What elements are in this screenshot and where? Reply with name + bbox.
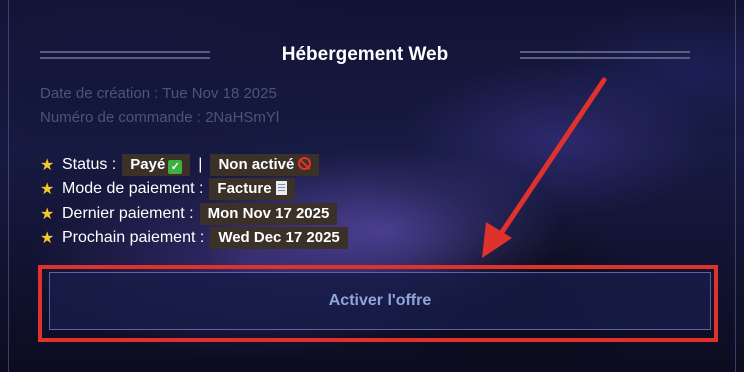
- last-payment-row: ★ Dernier paiement : Mon Nov 17 2025: [40, 203, 338, 225]
- star-icon: ★: [40, 157, 55, 174]
- prohibited-icon: [298, 157, 312, 170]
- next-payment-row: ★ Prochain paiement : Wed Dec 17 2025: [40, 227, 348, 249]
- star-icon: ★: [40, 230, 55, 247]
- status-paid-text: Payé: [130, 156, 166, 173]
- receipt-icon: [275, 181, 287, 195]
- payment-method-label: Mode de paiement :: [62, 180, 204, 197]
- status-active-text: Non activé: [218, 156, 295, 173]
- payment-method-badge: Facture: [209, 178, 295, 200]
- star-icon: ★: [40, 181, 55, 198]
- status-row: ★ Status : Payé ✓ | Non activé: [40, 154, 320, 176]
- status-label: Status :: [62, 156, 117, 173]
- last-payment-badge: Mon Nov 17 2025: [199, 203, 338, 225]
- card-header: Hébergement Web: [40, 44, 690, 66]
- activate-offer-button[interactable]: Activer l'offre: [49, 272, 711, 330]
- check-mark-icon: ✓: [168, 160, 183, 174]
- payment-method-row: ★ Mode de paiement : Facture: [40, 178, 295, 200]
- next-payment-label: Prochain paiement :: [62, 229, 205, 246]
- star-icon: ★: [40, 206, 55, 223]
- order-number: Numéro de commande : 2NaHSmYl: [40, 109, 280, 126]
- status-active-badge: Non activé: [210, 154, 320, 176]
- creation-date: Date de création : Tue Nov 18 2025: [40, 85, 277, 102]
- title-decoration-right: [520, 51, 690, 59]
- payment-method-text: Facture: [217, 180, 272, 197]
- status-paid-badge: Payé ✓: [122, 154, 191, 176]
- last-payment-label: Dernier paiement :: [62, 205, 194, 222]
- next-payment-badge: Wed Dec 17 2025: [210, 227, 348, 249]
- status-separator: |: [198, 156, 203, 173]
